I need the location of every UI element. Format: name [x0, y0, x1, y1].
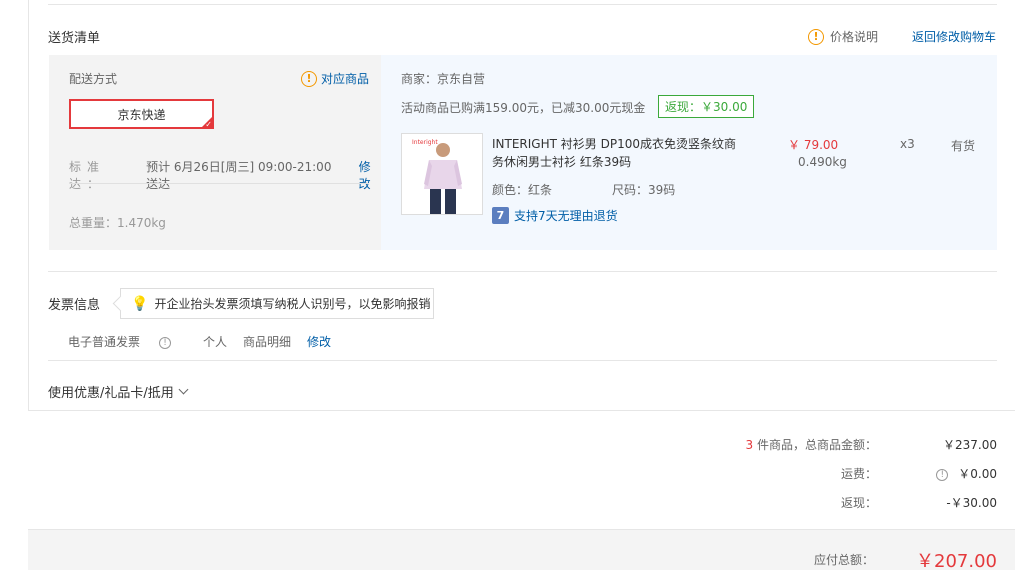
coupon-label: 使用优惠/礼品卡/抵用: [48, 386, 174, 401]
invoice-details: 电子普通发票! 个人 商品明细 修改: [68, 333, 347, 350]
invoice-type: 电子普通发票!: [68, 333, 187, 350]
divider: [48, 360, 997, 361]
freight-label: 运费：: [840, 467, 877, 481]
delivery-eta: 标准达： 预计 6月26日[周三] 09:00-21:00 送达 修改: [69, 158, 381, 192]
product-weight: 0.490kg: [798, 155, 847, 169]
matching-items-label: 对应商品: [321, 72, 370, 86]
eta-edit-link[interactable]: 修改: [359, 158, 381, 192]
product-size: 尺码：39码: [612, 183, 676, 197]
check-icon: ✓: [205, 120, 212, 129]
return-7day-icon: 7: [492, 207, 509, 224]
product-quantity: x3: [900, 137, 915, 151]
payable-value: ￥207.00: [916, 551, 997, 570]
product-price: ￥ 79.00: [788, 138, 839, 152]
divider: [69, 183, 369, 184]
warning-icon: !: [301, 70, 317, 87]
matching-items-link[interactable]: ! 对应商品: [301, 70, 369, 87]
merchant-name: 商家：京东自营: [401, 72, 486, 86]
product-panel: 商家：京东自营 活动商品已购满159.00元，已减30.00元现金 返现：￥30…: [381, 55, 997, 250]
invoice-content: 商品明细: [243, 335, 292, 349]
rebate-row: 返现： -￥30.00: [677, 494, 997, 511]
item-count-label: 件商品，总商品金额：: [753, 438, 877, 452]
invoice-title: 发票信息: [48, 298, 101, 313]
info-icon[interactable]: !: [936, 468, 949, 481]
freight-value: ￥0.00: [958, 467, 997, 481]
payable-label: 应付总额：: [813, 553, 874, 567]
total-weight: 总重量：1.470kg: [69, 216, 166, 230]
return-policy-link[interactable]: 7 支持7天无理由退货: [492, 207, 618, 224]
invoice-tip: 💡 开企业抬头发票须填写纳税人识别号，以免影响报销: [120, 288, 434, 319]
invoice-edit-link[interactable]: 修改: [307, 333, 331, 350]
shipping-option-button[interactable]: 京东快递 ✓: [69, 99, 214, 129]
freight-row: 运费： ! ￥0.00: [677, 465, 997, 482]
thumb-brand: Interight: [412, 139, 438, 146]
goods-total-row: 3 件商品，总商品金额： ￥237.00: [677, 436, 997, 453]
total-bar: 应付总额： ￥207.00: [28, 529, 1015, 570]
invoice-holder: 个人: [203, 335, 228, 349]
rebate-label: 返现：: [840, 496, 877, 510]
product-name-link[interactable]: INTERIGHT 衬衫男 DP100成衣免烫竖条纹商务休闲男士衬衫 红条39码: [492, 135, 742, 171]
shipping-option-label: 京东快递: [117, 107, 166, 122]
invoice-type-label: 电子普通发票: [68, 335, 141, 349]
return-policy-label: 支持7天无理由退货: [514, 209, 618, 223]
stock-status: 有货: [951, 139, 976, 153]
info-icon[interactable]: !: [159, 336, 172, 349]
rebate-value: -￥30.00: [946, 496, 997, 510]
chevron-down-icon: [178, 384, 189, 395]
divider: [48, 4, 997, 5]
goods-total-value: ￥237.00: [943, 438, 997, 452]
shipping-method-label: 配送方式: [69, 72, 118, 86]
shipping-panel: 配送方式 ! 对应商品 京东快递 ✓ 标准达： 预计 6月26日[周三] 09:…: [49, 55, 381, 250]
product-thumbnail[interactable]: Interight: [401, 133, 483, 215]
product-image: Interight: [402, 134, 482, 214]
price-note-label: 价格说明: [830, 30, 879, 44]
eta-label: 标准达：: [69, 160, 106, 191]
freight-value-wrap: ! ￥0.00: [877, 465, 997, 482]
lightbulb-icon: 💡: [131, 295, 149, 312]
coupon-toggle[interactable]: 使用优惠/礼品卡/抵用: [48, 382, 189, 401]
warning-icon: !: [808, 28, 824, 45]
rebate-badge: 返现：￥30.00: [658, 95, 755, 118]
divider: [48, 271, 997, 272]
invoice-tip-text: 开企业抬头发票须填写纳税人识别号，以免影响报销: [154, 297, 431, 311]
goods-total-label: 3 件商品，总商品金额：: [677, 436, 877, 453]
product-color: 颜色：红条: [492, 183, 553, 197]
delivery-list-title: 送货清单: [48, 31, 101, 46]
back-to-cart-link[interactable]: 返回修改购物车: [912, 28, 996, 45]
promo-text: 活动商品已购满159.00元，已减30.00元现金: [401, 101, 646, 115]
eta-value: 预计 6月26日[周三] 09:00-21:00 送达: [146, 160, 332, 191]
price-note-link[interactable]: ! 价格说明: [808, 28, 878, 45]
